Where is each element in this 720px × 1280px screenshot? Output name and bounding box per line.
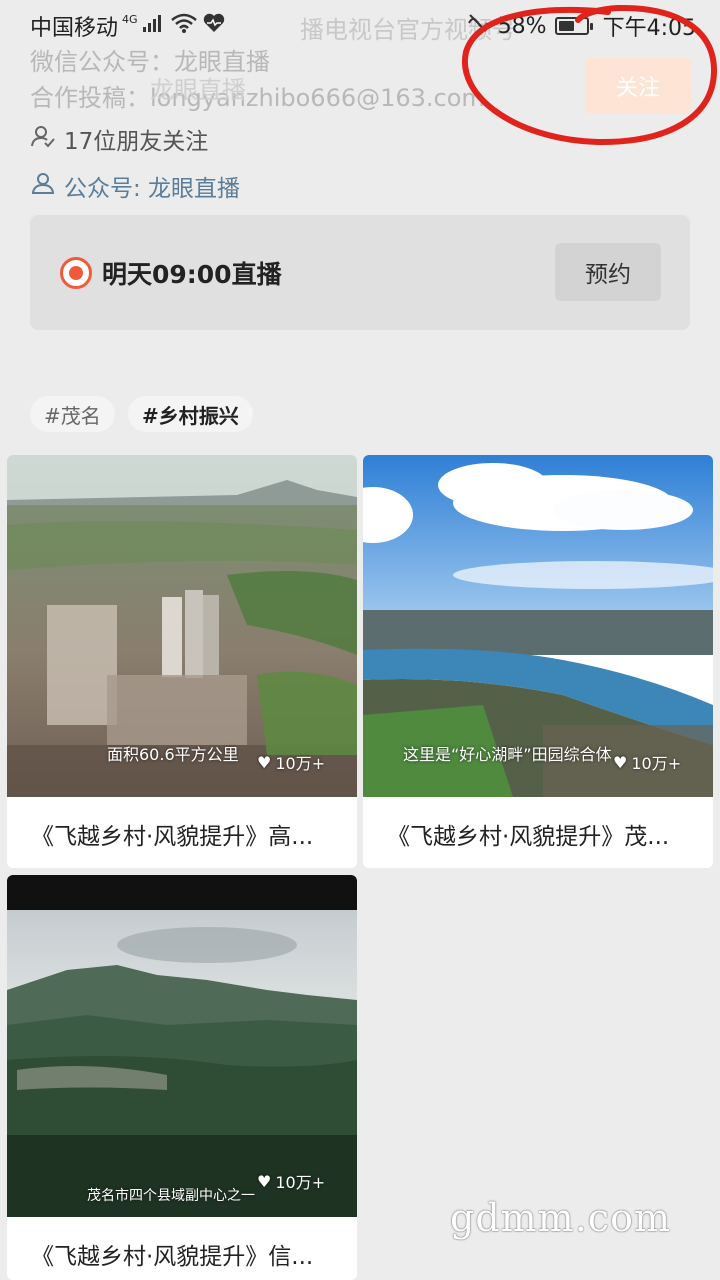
video-thumbnail-lake-aerial: 这里是“好心湖畔”田园综合体 ♥ 10万+ xyxy=(363,455,713,797)
vibrate-icon xyxy=(466,12,490,40)
network-type: 4G xyxy=(122,12,138,26)
likes-count: ♥ 10万+ xyxy=(613,750,681,774)
likes-count: ♥ 10万+ xyxy=(257,1169,325,1193)
tag-rural-revitalization[interactable]: #乡村振兴 xyxy=(128,396,253,432)
battery-icon xyxy=(554,17,593,35)
video-caption: 这里是“好心湖畔”田园综合体 xyxy=(403,745,612,764)
follow-button[interactable]: 关注 xyxy=(585,58,691,114)
reserve-button[interactable]: 预约 xyxy=(555,243,661,301)
heart-health-icon xyxy=(202,12,226,40)
likes-value: 10万+ xyxy=(275,754,326,773)
video-card[interactable]: 面积60.6平方公里 ♥ 10万+ 《飞越乡村·风貌提升》高... xyxy=(7,455,357,868)
video-caption: 面积60.6平方公里 xyxy=(107,745,239,764)
user-check-icon xyxy=(30,124,56,154)
video-card[interactable]: ♥ 10万+ 茂名市四个县域副中心之一 《飞越乡村·风貌提升》信... xyxy=(7,875,357,1280)
live-schedule-text: 明天09:00直播 xyxy=(102,260,282,289)
wifi-icon xyxy=(170,12,198,40)
clock: 下午4:05 xyxy=(602,16,696,41)
user-icon xyxy=(30,171,56,201)
live-record-icon xyxy=(60,257,92,289)
heart-icon: ♥ xyxy=(257,752,272,772)
tag-maoming[interactable]: #茂名 xyxy=(30,396,115,432)
submission-email-line: 合作投稿：longyanzhibo666@163.com xyxy=(30,84,485,112)
official-account-link[interactable]: 公众号: 龙眼直播 xyxy=(30,169,240,203)
status-left: 中国移动 4G xyxy=(30,10,226,42)
video-thumbnail-mountain-aerial: ♥ 10万+ 茂名市四个县域副中心之一 xyxy=(7,875,357,1217)
heart-icon: ♥ xyxy=(257,1171,272,1191)
video-caption: 茂名市四个县域副中心之一 xyxy=(87,1188,255,1204)
likes-value: 10万+ xyxy=(275,1173,326,1192)
status-bar: 中国移动 4G 58% 下午4:05 xyxy=(0,0,720,50)
battery-percent: 58% xyxy=(497,13,547,39)
video-title: 《飞越乡村·风貌提升》信... xyxy=(31,1244,314,1270)
video-thumbnail-city-aerial: 面积60.6平方公里 ♥ 10万+ xyxy=(7,455,357,797)
friends-following-row[interactable]: 17位朋友关注 xyxy=(30,122,208,156)
avatar-label: 龙眼直播 xyxy=(150,76,246,104)
friends-following-text: 17位朋友关注 xyxy=(64,129,209,155)
video-title: 《飞越乡村·风貌提升》茂... xyxy=(387,824,670,850)
official-account-text: 公众号: 龙眼直播 xyxy=(64,176,241,202)
video-card[interactable]: 这里是“好心湖畔”田园综合体 ♥ 10万+ 《飞越乡村·风貌提升》茂... xyxy=(363,455,713,868)
status-right: 58% 下午4:05 xyxy=(466,10,696,42)
likes-value: 10万+ xyxy=(631,754,682,773)
live-announcement-card: 明天09:00直播 预约 xyxy=(30,215,690,330)
heart-icon: ♥ xyxy=(613,752,628,772)
battery-fill xyxy=(558,21,574,31)
carrier-name: 中国移动 xyxy=(30,16,119,41)
video-title: 《飞越乡村·风貌提升》高... xyxy=(31,824,314,850)
site-watermark: gdmm.com xyxy=(450,1196,671,1240)
likes-count: ♥ 10万+ xyxy=(257,750,325,774)
signal-icon xyxy=(142,13,166,39)
